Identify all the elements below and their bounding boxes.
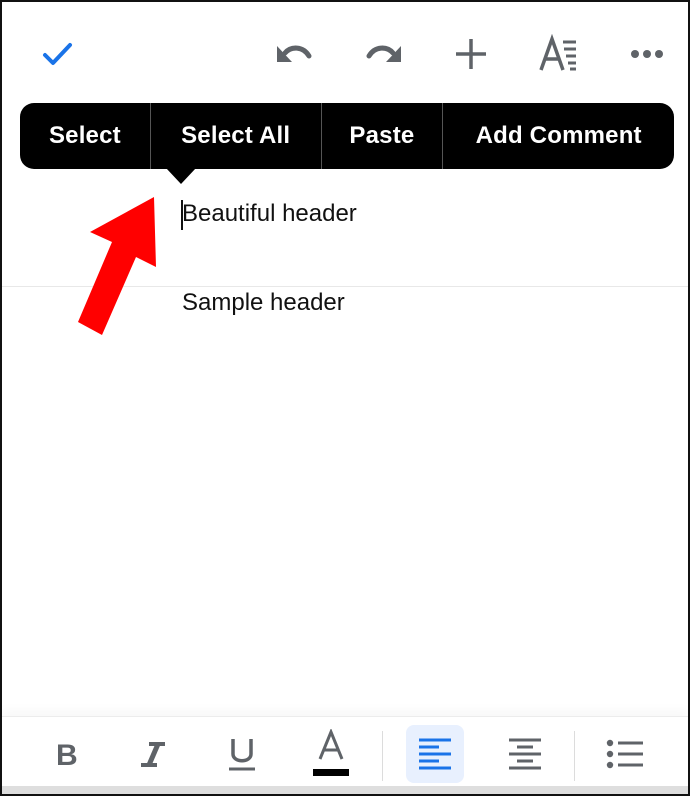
bold-icon: B <box>56 739 78 770</box>
text-format-icon <box>539 34 576 71</box>
text-format-button[interactable] <box>534 29 584 79</box>
undo-button[interactable] <box>270 29 320 79</box>
text-color-icon <box>313 729 349 776</box>
align-center-icon <box>509 738 541 770</box>
checkmark-icon <box>43 43 72 65</box>
context-menu: Select Select All Paste Add Comment <box>20 103 674 169</box>
more-options-button[interactable] <box>622 29 672 79</box>
done-button[interactable] <box>32 29 82 79</box>
app-frame: Select Select All Paste Add Comment Beau… <box>0 0 690 796</box>
insert-button[interactable] <box>446 29 496 79</box>
bold-button[interactable]: B <box>38 725 96 783</box>
menu-item-select[interactable]: Select <box>20 103 150 169</box>
document-line-beautiful-header[interactable]: Beautiful header <box>182 200 357 228</box>
italic-button[interactable] <box>124 725 182 783</box>
toolbar-separator <box>382 731 383 781</box>
italic-icon <box>141 742 165 767</box>
document-line-sample-header[interactable]: Sample header <box>182 289 345 317</box>
underline-icon <box>229 739 255 771</box>
red-arrow-annotation <box>78 197 156 335</box>
plus-icon <box>456 39 486 69</box>
top-toolbar <box>2 2 688 102</box>
format-toolbar: B <box>2 716 688 792</box>
undo-icon <box>277 45 312 62</box>
bulleted-list-icon <box>606 739 643 769</box>
align-left-icon <box>419 738 451 770</box>
context-menu-pointer <box>166 168 196 184</box>
menu-item-add-comment[interactable]: Add Comment <box>443 103 674 169</box>
menu-item-paste[interactable]: Paste <box>322 103 443 169</box>
align-left-button[interactable] <box>406 725 464 783</box>
bulleted-list-button[interactable] <box>596 725 654 783</box>
align-center-button[interactable] <box>496 725 554 783</box>
text-color-swatch <box>313 769 349 776</box>
menu-item-select-all[interactable]: Select All <box>151 103 321 169</box>
svg-text:B: B <box>56 739 78 770</box>
underline-button[interactable] <box>213 725 271 783</box>
redo-button[interactable] <box>358 29 408 79</box>
toolbar-separator <box>574 731 575 781</box>
bottom-edge <box>2 786 688 794</box>
redo-icon <box>366 45 401 62</box>
text-color-button[interactable] <box>302 725 360 783</box>
text-cursor <box>181 200 183 230</box>
more-horizontal-icon <box>631 50 663 58</box>
